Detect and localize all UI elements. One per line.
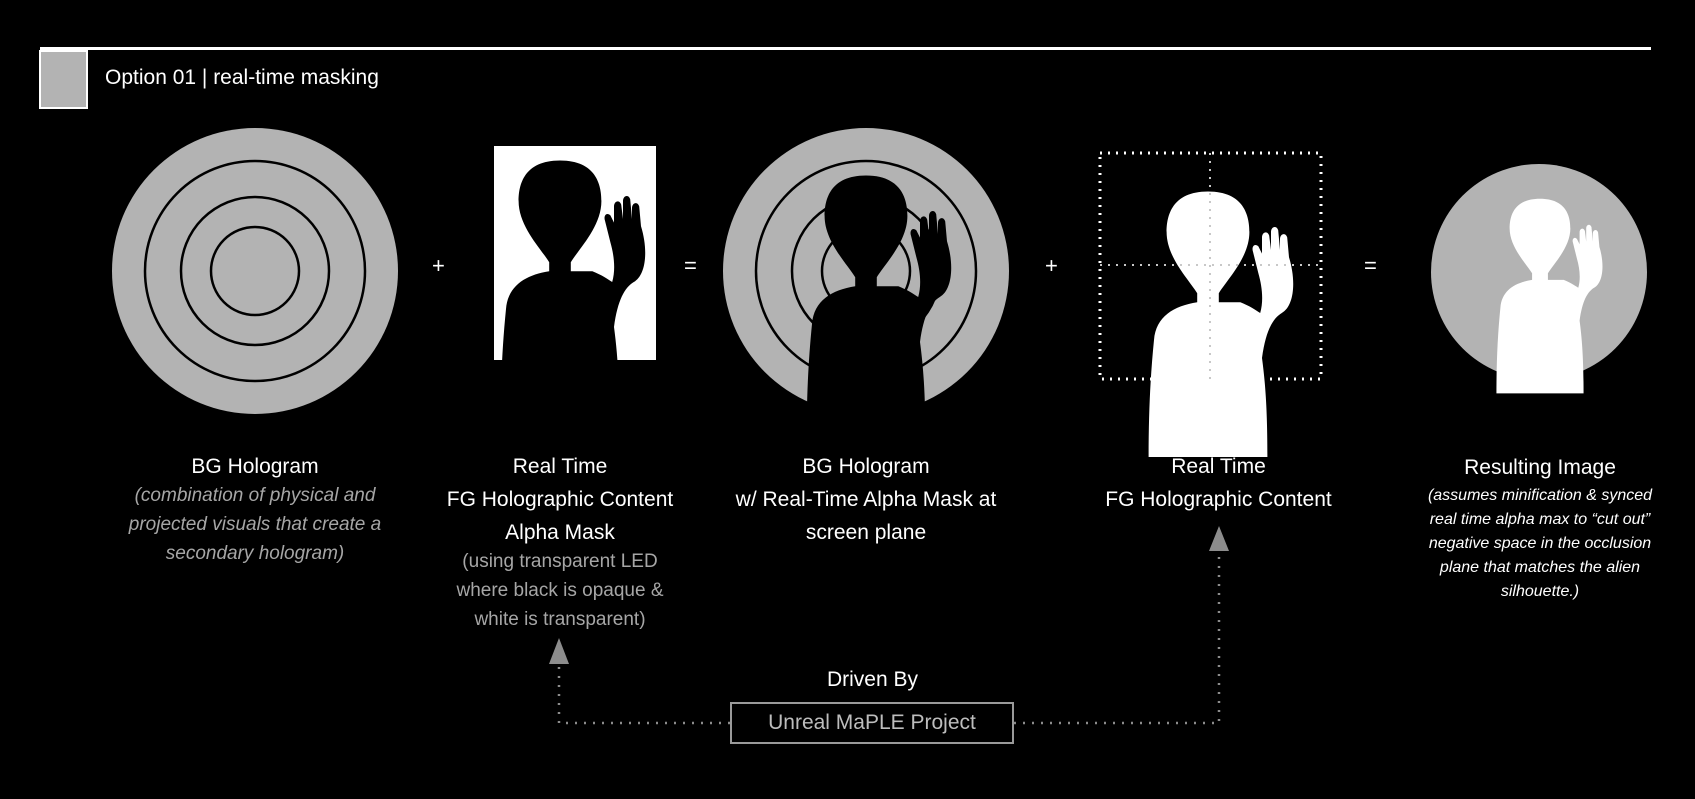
equals-operator: =	[684, 253, 697, 278]
caption-bg-hologram: BG Hologram (combination of physical and…	[110, 450, 400, 568]
plus-operator: +	[1045, 253, 1058, 278]
arrow-up-icon	[1209, 526, 1229, 551]
caption-title-line: w/ Real-Time Alpha Mask at	[735, 488, 997, 511]
driven-by-label: Driven By	[826, 668, 919, 691]
unreal-maple-project-box: Unreal MaPLE Project	[730, 702, 1014, 744]
alien-silhouette-icon	[1098, 151, 1323, 457]
caption-title-line: Alpha Mask	[505, 521, 615, 544]
caption-title: BG Hologram	[191, 455, 319, 478]
caption-title-line: screen plane	[805, 521, 927, 544]
caption-title-line: Real Time	[512, 455, 608, 478]
alien-mask-icon	[494, 146, 656, 426]
caption-resulting-image: Resulting Image (assumes minification & …	[1420, 451, 1660, 604]
arrow-up-icon	[549, 638, 569, 664]
equals-operator: =	[1364, 253, 1377, 278]
caption-title-line: BG Hologram	[802, 455, 930, 478]
plus-operator: +	[432, 253, 445, 278]
caption-note: (using transparent LED where black is op…	[456, 551, 664, 630]
caption-alpha-mask: Real Time FG Holographic Content Alpha M…	[425, 450, 695, 634]
caption-title-line: FG Holographic Content	[1105, 488, 1332, 511]
caption-fg-content: Real Time FG Holographic Content	[1080, 450, 1357, 516]
result-circle-icon	[1431, 164, 1647, 394]
caption-note: (combination of physical and projected v…	[128, 485, 382, 564]
caption-title: Resulting Image	[1464, 456, 1616, 479]
unreal-maple-project-label: Unreal MaPLE Project	[768, 711, 976, 734]
caption-note: (assumes minification & synced real time…	[1427, 487, 1653, 600]
hologram-rings-icon	[112, 128, 398, 414]
caption-masked-hologram: BG Hologram w/ Real-Time Alpha Mask at s…	[716, 450, 1016, 549]
masked-hologram-icon	[723, 128, 1009, 441]
caption-title-line: FG Holographic Content	[446, 488, 674, 511]
caption-title-line: Real Time	[1171, 455, 1266, 478]
